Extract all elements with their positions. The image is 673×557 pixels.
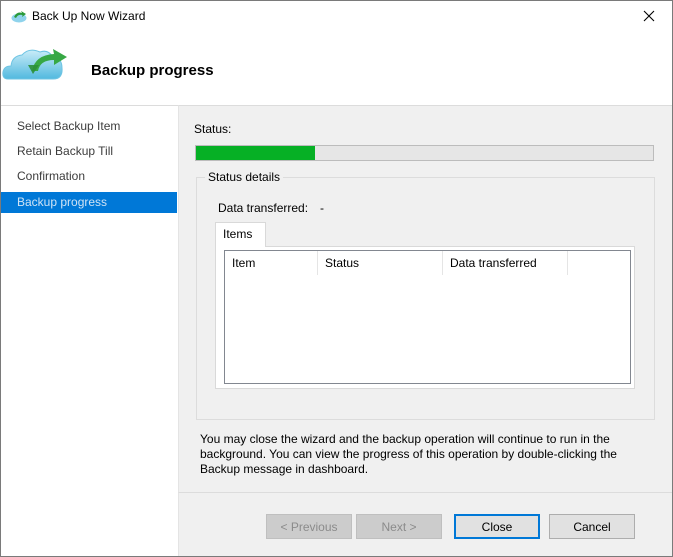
page-title: Backup progress (91, 62, 214, 79)
status-details-title: Status details (205, 170, 284, 184)
status-details-group: Status details Data transferred: - Items… (196, 170, 655, 420)
items-tab-panel: Item Status Data transferred (215, 246, 635, 389)
column-header-status[interactable]: Status (318, 251, 443, 275)
previous-button[interactable]: < Previous (266, 514, 352, 539)
backup-progress-bar (195, 145, 654, 161)
close-icon (643, 10, 655, 22)
nav-step-retain-backup-till[interactable]: Retain Backup Till (1, 141, 177, 162)
wizard-footer: < Previous Next > Close Cancel (178, 492, 672, 556)
column-header-item[interactable]: Item (225, 251, 318, 275)
data-transferred-value: - (320, 201, 324, 215)
close-button[interactable]: Close (454, 514, 540, 539)
status-label: Status: (194, 122, 232, 136)
cloud-restore-icon (2, 43, 70, 83)
progress-fill (196, 146, 315, 160)
items-list[interactable]: Item Status Data transferred (224, 250, 631, 384)
tab-items[interactable]: Items (215, 222, 266, 247)
nav-step-select-backup-item[interactable]: Select Backup Item (1, 116, 177, 137)
wizard-content: Status: Status details Data transferred:… (178, 105, 672, 493)
info-message: You may close the wizard and the backup … (200, 432, 617, 476)
wizard-step-nav: Select Backup Item Retain Backup Till Co… (1, 105, 178, 556)
wizard-header: Backup progress (1, 31, 672, 105)
title-bar: Back Up Now Wizard (1, 1, 672, 31)
window-title: Back Up Now Wizard (32, 9, 146, 23)
cancel-button[interactable]: Cancel (549, 514, 635, 539)
backup-cloud-icon (10, 9, 28, 23)
column-header-data-transferred[interactable]: Data transferred (443, 251, 568, 275)
nav-step-confirmation[interactable]: Confirmation (1, 166, 177, 187)
data-transferred-label: Data transferred: (218, 201, 309, 215)
next-button[interactable]: Next > (356, 514, 442, 539)
wizard-window: Back Up Now Wizard Backup progress Selec… (0, 0, 673, 557)
nav-step-backup-progress[interactable]: Backup progress (1, 192, 177, 213)
window-close-button[interactable] (626, 1, 672, 31)
